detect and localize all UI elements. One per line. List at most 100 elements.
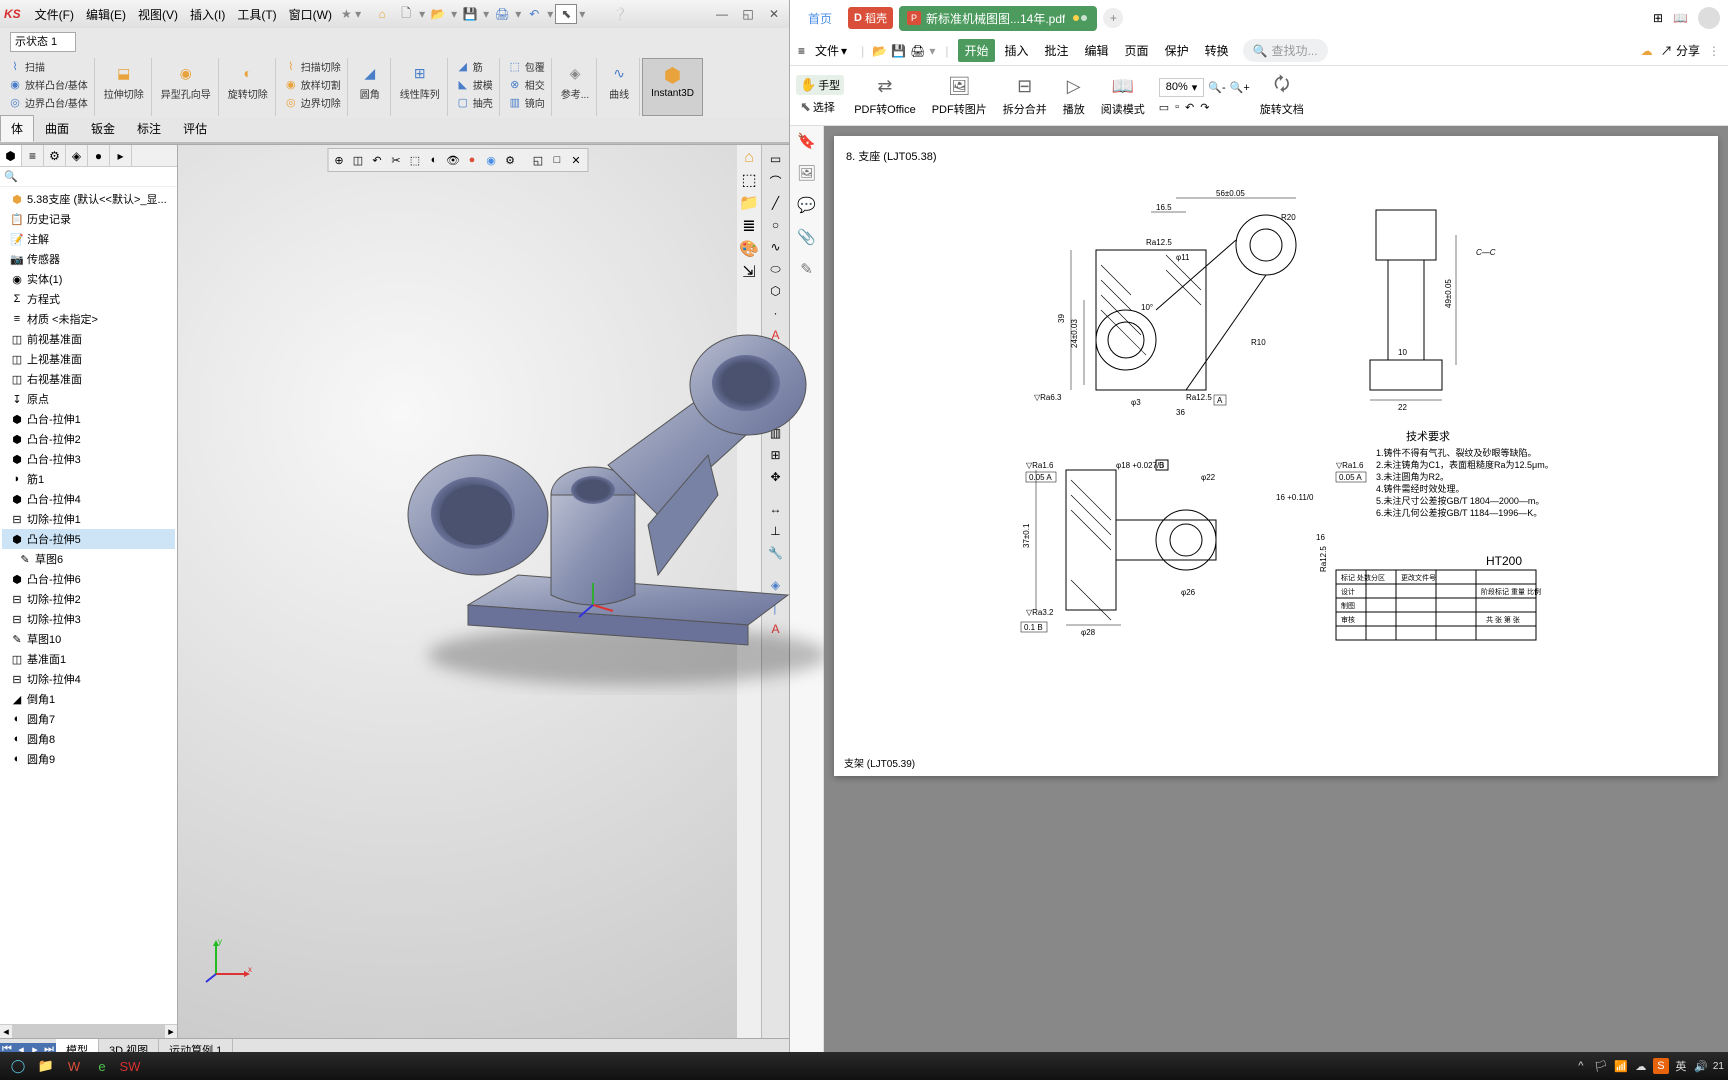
tree-tab-more-icon[interactable]: ▸	[110, 145, 132, 166]
tree-item[interactable]: 📷传感器	[2, 249, 175, 269]
save-icon[interactable]: 💾	[891, 44, 906, 58]
zoom-combo[interactable]: 80% ▾	[1159, 78, 1205, 97]
pattern-btn[interactable]: ⊞线性阵列	[397, 58, 443, 103]
tab-surfaces[interactable]: 曲面	[34, 115, 80, 142]
tree-h-scroll[interactable]: ◂▸	[0, 1024, 177, 1038]
document-tab[interactable]: P 新标准机械图图...14年.pdf	[899, 6, 1097, 31]
explorer-icon[interactable]: 📁	[32, 1054, 60, 1078]
tray-volume-icon[interactable]: 🔊	[1693, 1058, 1709, 1074]
feature-tree[interactable]: ⬢5.38支座 (默认<<默认>_显... 📋历史记录📝注解📷传感器◉实体(1)…	[0, 187, 177, 1024]
intersect-btn[interactable]: ⊗相交	[506, 76, 547, 93]
home-icon[interactable]: ⌂	[371, 4, 393, 24]
tab-edit[interactable]: 编辑	[1079, 39, 1115, 62]
tree-item[interactable]: ⬢凸台-拉伸6	[2, 569, 175, 589]
wrap-btn[interactable]: ⬚包覆	[506, 58, 547, 75]
axis-triad[interactable]: y x	[204, 936, 254, 986]
tab-comment[interactable]: 批注	[1039, 39, 1075, 62]
tree-tab-feature-icon[interactable]: ⬢	[0, 145, 22, 166]
display-style-icon[interactable]: ◐	[425, 151, 443, 169]
tree-item[interactable]: ⬢凸台-拉伸5	[2, 529, 175, 549]
tree-item[interactable]: 📋历史记录	[2, 209, 175, 229]
menu-window[interactable]: 窗口(W)	[283, 6, 338, 23]
tree-item[interactable]: ◫基准面1	[2, 649, 175, 669]
tree-tab-display-icon[interactable]: ◈	[66, 145, 88, 166]
tab-start[interactable]: 开始	[958, 39, 994, 62]
zoom-out-icon[interactable]: 🔍-	[1208, 81, 1225, 94]
tab-evaluate[interactable]: 评估	[172, 115, 218, 142]
tree-item[interactable]: ◐圆角7	[2, 709, 175, 729]
tree-item[interactable]: ⬢凸台-拉伸1	[2, 409, 175, 429]
tree-item[interactable]: ◐圆角9	[2, 749, 175, 769]
cloud-sync-icon[interactable]: ☁	[1641, 44, 1653, 58]
solidworks-taskbar-icon[interactable]: SW	[116, 1054, 144, 1078]
select-tool[interactable]: ⬉选择	[796, 97, 844, 117]
browser-icon[interactable]: e	[88, 1054, 116, 1078]
display-state-combo[interactable]: 示状态 1	[10, 32, 76, 52]
share-btn[interactable]: ↗ 分享	[1661, 42, 1700, 59]
view-orient-icon[interactable]: ⬚	[406, 151, 424, 169]
revolve-cut-btn[interactable]: ◐旋转切除	[225, 58, 271, 103]
reference-btn[interactable]: ◈参考...	[558, 58, 592, 103]
avatar[interactable]	[1698, 7, 1720, 29]
edit-appearance-icon[interactable]: ●	[463, 151, 481, 169]
select-icon[interactable]: ⬉	[555, 4, 577, 24]
tree-item[interactable]: ◫前视基准面	[2, 329, 175, 349]
split-merge-btn[interactable]: ⊟拆分合并	[997, 73, 1053, 119]
undo-icon[interactable]: ↶	[523, 4, 545, 24]
fillet-btn[interactable]: ◢圆角	[354, 58, 386, 103]
tree-item[interactable]: ◐圆角8	[2, 729, 175, 749]
menu-insert[interactable]: 插入(I)	[184, 6, 231, 23]
tree-item[interactable]: ◉实体(1)	[2, 269, 175, 289]
thumbnails-icon[interactable]: 🖼	[797, 164, 816, 182]
mirror-btn[interactable]: ▥镜向	[506, 94, 547, 111]
circle-icon[interactable]: ○	[766, 215, 786, 235]
open-icon[interactable]: 📂	[872, 44, 887, 58]
zoom-fit-icon[interactable]: ⊕	[330, 151, 348, 169]
vp-max-icon[interactable]: □	[548, 151, 566, 169]
play-btn[interactable]: ▷播放	[1057, 73, 1091, 119]
comments-icon[interactable]: 💬	[797, 196, 816, 214]
rect-icon[interactable]: ▭	[766, 149, 786, 169]
tree-tab-config-icon[interactable]: ⚙	[44, 145, 66, 166]
prev-view-icon[interactable]: ↶	[368, 151, 386, 169]
save-icon[interactable]: 💾	[459, 4, 481, 24]
tab-convert[interactable]: 转换	[1199, 39, 1235, 62]
search-box[interactable]: 🔍 查找功...	[1243, 39, 1328, 62]
tree-item[interactable]: ⬢凸台-拉伸2	[2, 429, 175, 449]
rotate-doc-btn[interactable]: 🗘旋转文档	[1254, 73, 1310, 119]
tree-item[interactable]: ≡材质 <未指定>	[2, 309, 175, 329]
print-icon[interactable]: 🖨	[910, 44, 925, 58]
tray-ime-icon[interactable]: 英	[1673, 1058, 1689, 1074]
tree-item[interactable]: ✎草图10	[2, 629, 175, 649]
open-icon[interactable]: 📂	[427, 4, 449, 24]
help-icon[interactable]: ❔	[609, 4, 631, 24]
boundary-cut-btn[interactable]: ◎边界切除	[282, 94, 343, 111]
menu-view[interactable]: 视图(V)	[132, 6, 184, 23]
pdf-to-office-btn[interactable]: ⇄PDF转Office	[848, 73, 922, 119]
pdf-to-image-btn[interactable]: 🖼PDF转图片	[926, 73, 993, 119]
shell-btn[interactable]: ▢抽壳	[454, 94, 495, 111]
view-settings-icon[interactable]: ⚙	[501, 151, 519, 169]
tree-filter[interactable]: 🔍	[0, 167, 177, 187]
fit-page-icon[interactable]: ▫	[1175, 101, 1179, 114]
vp-close-icon[interactable]: ✕	[567, 151, 585, 169]
rotate-right-icon[interactable]: ↷	[1200, 101, 1209, 114]
tab-sheetmetal[interactable]: 钣金	[80, 115, 126, 142]
close-icon[interactable]: ✕	[763, 4, 785, 24]
wps-home-tab[interactable]: 首页	[798, 6, 842, 31]
print-icon[interactable]: 🖨	[491, 4, 513, 24]
palette-icon[interactable]: 🎨	[739, 239, 759, 259]
tree-item[interactable]: ◫上视基准面	[2, 349, 175, 369]
curves-btn[interactable]: ∿曲线	[603, 58, 635, 103]
tree-item[interactable]: ↧原点	[2, 389, 175, 409]
tree-item[interactable]: ✎草图6	[2, 549, 175, 569]
pdf-viewport[interactable]: 8. 支座 (LJT05.38)	[824, 126, 1728, 1052]
hole-wizard-btn[interactable]: ◉异型孔向导	[158, 58, 214, 103]
home-icon[interactable]: ⌂	[744, 149, 754, 167]
sweep-btn[interactable]: ⌇扫描	[6, 58, 90, 75]
viewport-3d[interactable]: ⊕ ◫ ↶ ✂ ⬚ ◐ 👁 ● ◉ ⚙ ◱ □ ✕	[178, 145, 737, 1038]
tree-item[interactable]: 📝注解	[2, 229, 175, 249]
file-menu[interactable]: 文件 ▾	[809, 39, 853, 62]
tab-protect[interactable]: 保护	[1159, 39, 1195, 62]
minimize-icon[interactable]: —	[711, 4, 733, 24]
